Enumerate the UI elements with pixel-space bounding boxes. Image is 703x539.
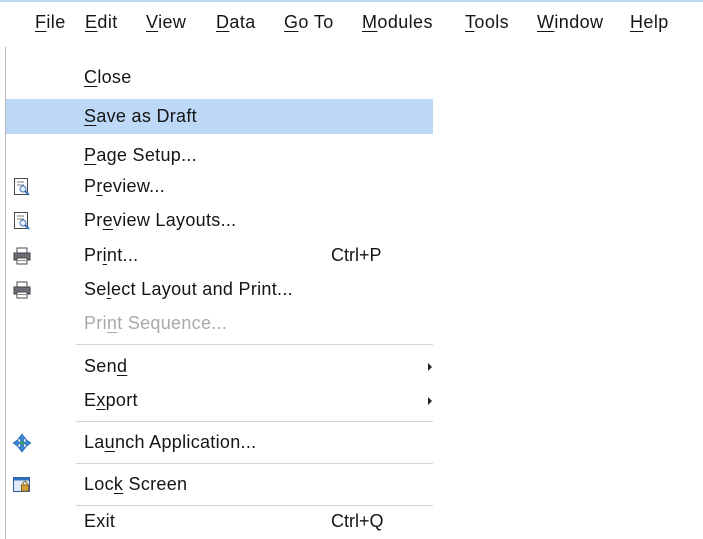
menu-item-label: Lock Screen	[84, 474, 188, 494]
mnemonic-underline: u	[104, 432, 115, 452]
mnemonic-underline: F	[35, 12, 47, 32]
menu-separator	[76, 344, 433, 345]
menu-bar: File Edit View Data Go To Modules Tools …	[0, 2, 703, 44]
menu-item-save-as-draft[interactable]: Save as Draft	[6, 99, 433, 134]
submenu-arrow-icon	[428, 363, 432, 371]
menu-tools[interactable]: Tools	[465, 12, 509, 33]
mnemonic-underline: n	[106, 313, 118, 333]
mnemonic-underline: M	[362, 12, 378, 32]
mnemonic-underline: T	[465, 12, 475, 32]
menu-item-label: Preview...	[84, 176, 166, 196]
menu-item-label: Print Sequence...	[84, 313, 228, 333]
menu-help[interactable]: Help	[630, 12, 669, 33]
menu-item-print-sequence: Print Sequence...	[6, 306, 433, 341]
mnemonic-underline: k	[113, 474, 124, 494]
preview-icon	[12, 177, 32, 197]
launch-icon	[12, 433, 32, 453]
menu-data[interactable]: Data	[216, 12, 256, 33]
menu-item-shortcut: Ctrl+P	[331, 245, 382, 265]
menu-item-label: Export	[84, 390, 138, 410]
mnemonic-underline: d	[116, 356, 128, 376]
mnemonic-underline: W	[537, 12, 555, 32]
menu-file[interactable]: File	[35, 12, 66, 33]
menu-item-page-setup[interactable]: Page Setup...	[6, 138, 433, 173]
mnemonic-underline: i	[102, 245, 107, 265]
mnemonic-underline: C	[84, 67, 98, 87]
mnemonic-underline: l	[106, 279, 111, 299]
mnemonic-underline: G	[284, 12, 299, 32]
menu-item-label: Send	[84, 356, 128, 376]
menu-item-exit[interactable]: Exit Ctrl+Q	[6, 504, 433, 539]
menu-item-lock-screen[interactable]: Lock Screen	[6, 467, 433, 502]
menu-modules[interactable]: Modules	[362, 12, 433, 33]
menu-window[interactable]: Window	[537, 12, 603, 33]
menu-edit[interactable]: Edit	[85, 12, 118, 33]
menu-item-export[interactable]: Export	[6, 383, 433, 418]
menu-separator	[76, 421, 433, 422]
menu-item-label: Preview Layouts...	[84, 210, 237, 230]
preview-layouts-icon	[12, 211, 32, 231]
menu-item-shortcut: Ctrl+Q	[331, 511, 384, 531]
printer-icon	[12, 280, 32, 300]
menu-item-label: Launch Application...	[84, 432, 257, 452]
menu-item-print[interactable]: Print... Ctrl+P	[6, 238, 433, 273]
lock-screen-icon	[12, 475, 32, 495]
menu-item-label: Page Setup...	[84, 145, 197, 165]
menu-item-label: Close	[84, 67, 132, 87]
mnemonic-underline: E	[85, 12, 98, 32]
menu-item-preview[interactable]: Preview...	[6, 169, 433, 204]
menu-item-preview-layouts[interactable]: Preview Layouts...	[6, 203, 433, 238]
menu-item-send[interactable]: Send	[6, 349, 433, 384]
menu-item-launch-application[interactable]: Launch Application...	[6, 425, 433, 460]
mnemonic-underline: r	[96, 176, 103, 196]
mnemonic-underline: V	[146, 12, 159, 32]
mnemonic-underline: e	[102, 210, 113, 230]
menu-item-label: Save as Draft	[84, 106, 197, 126]
mnemonic-underline: D	[216, 12, 230, 32]
submenu-arrow-icon	[428, 397, 432, 405]
menu-goto[interactable]: Go To	[284, 12, 334, 33]
mnemonic-underline: H	[630, 12, 644, 32]
menu-item-close[interactable]: Close	[6, 60, 433, 95]
menu-item-label: Exit	[84, 511, 116, 531]
menu-view[interactable]: View	[146, 12, 186, 33]
mnemonic-underline: P	[84, 145, 97, 165]
menu-item-label: Select Layout and Print...	[84, 279, 293, 299]
menu-item-select-layout-and-print[interactable]: Select Layout and Print...	[6, 272, 433, 307]
printer-icon	[12, 246, 32, 266]
mnemonic-underline: x	[96, 390, 106, 410]
menu-separator	[76, 463, 433, 464]
mnemonic-underline: S	[84, 106, 97, 126]
menu-item-label: Print...	[84, 245, 139, 265]
